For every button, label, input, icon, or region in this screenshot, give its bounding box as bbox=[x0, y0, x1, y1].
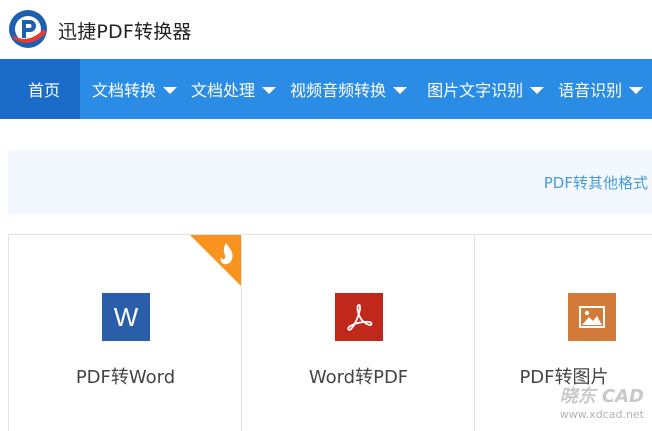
nav-item-doc-process[interactable]: 文档处理 bbox=[191, 59, 290, 119]
nav-item-home[interactable]: 首页 bbox=[0, 59, 81, 119]
chevron-down-icon bbox=[629, 86, 644, 94]
main-nav: 首页 文档转换 文档处理 视频音频转换 图片文字识别 语音识别 bbox=[0, 59, 652, 119]
tool-cards: W PDF转Word Word转PDF PDF转图片 bbox=[8, 234, 652, 431]
nav-item-av-convert[interactable]: 视频音频转换 bbox=[290, 59, 421, 119]
tool-card-pdf-to-word[interactable]: W PDF转Word bbox=[8, 235, 242, 431]
category-link-pdf-to-other[interactable]: PDF转其他格式 bbox=[544, 172, 648, 193]
nav-item-label: 文档处理 bbox=[191, 81, 256, 100]
chevron-down-icon bbox=[262, 86, 277, 94]
app-title: 迅捷PDF转换器 bbox=[58, 21, 192, 43]
picture-icon bbox=[579, 306, 605, 328]
nav-item-label: 图片文字识别 bbox=[427, 81, 524, 100]
category-bar: PDF转其他格式 bbox=[8, 150, 652, 214]
app-header: 迅捷PDF转换器 bbox=[0, 0, 652, 59]
watermark-url: www.xdcad.net bbox=[559, 408, 644, 421]
tool-card-word-to-pdf[interactable]: Word转PDF bbox=[241, 235, 475, 431]
watermark: 晓东 CAD www.xdcad.net bbox=[560, 382, 644, 421]
word-icon-letter: W bbox=[113, 301, 139, 332]
chevron-down-icon bbox=[393, 86, 408, 94]
nav-item-label: 视频音频转换 bbox=[290, 81, 387, 100]
acrobat-icon bbox=[347, 304, 373, 331]
tool-card-label: Word转PDF bbox=[308, 367, 409, 388]
chevron-down-icon bbox=[163, 86, 178, 94]
nav-item-doc-convert[interactable]: 文档转换 bbox=[80, 59, 191, 119]
tool-card-label: PDF转Word bbox=[75, 367, 176, 388]
nav-item-label: 首页 bbox=[28, 81, 61, 100]
image-icon bbox=[568, 293, 616, 341]
nav-item-speech[interactable]: 语音识别 bbox=[558, 59, 652, 119]
word-icon: W bbox=[102, 293, 150, 341]
chevron-down-icon bbox=[530, 86, 545, 94]
app-logo-icon bbox=[9, 10, 47, 48]
pdf-icon bbox=[335, 293, 383, 341]
nav-item-label: 文档转换 bbox=[92, 81, 157, 100]
nav-item-label: 语音识别 bbox=[558, 81, 623, 100]
hot-badge-icon bbox=[190, 235, 242, 287]
nav-item-ocr[interactable]: 图片文字识别 bbox=[421, 59, 558, 119]
watermark-logo-text: 晓东 CAD bbox=[559, 386, 644, 407]
